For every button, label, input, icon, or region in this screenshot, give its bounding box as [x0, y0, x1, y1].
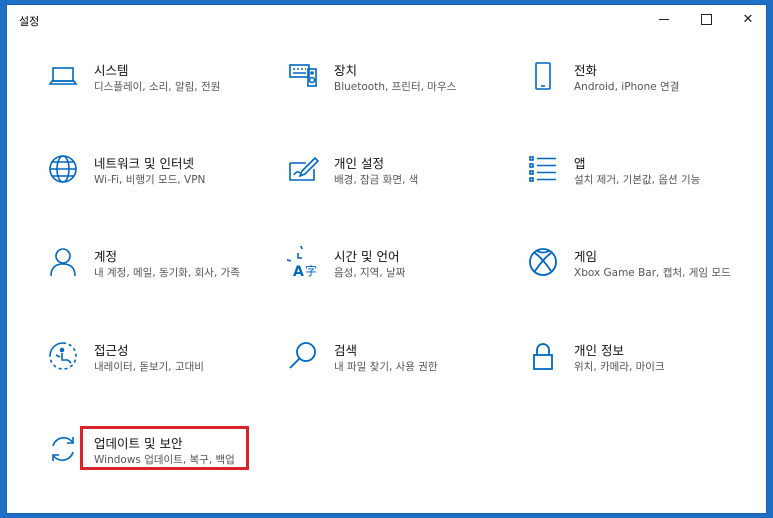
- tile-apps[interactable]: 앱 설치 제거, 기본값, 옵션 기능: [527, 153, 747, 223]
- xbox-icon: [527, 246, 559, 278]
- tile-label: 검색: [334, 343, 358, 358]
- lock-icon: [527, 340, 559, 372]
- apps-list-icon: [527, 153, 559, 185]
- tile-desc: 내 파일 찾기, 사용 권한: [334, 361, 438, 373]
- minimize-icon: [659, 18, 669, 20]
- tile-privacy[interactable]: 개인 정보 위치, 카메라, 마이크: [527, 340, 747, 410]
- tile-network[interactable]: 네트워크 및 인터넷 Wi-Fi, 비행기 모드, VPN: [47, 153, 267, 223]
- tile-search[interactable]: 검색 내 파일 찾기, 사용 권한: [287, 340, 507, 410]
- maximize-icon: [700, 13, 712, 25]
- title-bar: 설정 ✕: [7, 5, 766, 33]
- tile-label: 전화: [574, 63, 598, 78]
- tile-label: 앱: [574, 156, 586, 171]
- tile-desc: Bluetooth, 프린터, 마우스: [334, 81, 457, 93]
- minimize-button[interactable]: [645, 5, 683, 33]
- tile-label: 네트워크 및 인터넷: [94, 156, 194, 171]
- sync-icon: [47, 433, 79, 465]
- ease-of-access-icon: [47, 340, 79, 372]
- settings-window: 설정 ✕ 시스템 디스플레이, 소리, 알림, 전원 장치 Bluetooth,…: [6, 4, 767, 514]
- tile-personalization[interactable]: 개인 설정 배경, 잠금 화면, 색: [287, 153, 507, 223]
- person-icon: [47, 246, 79, 278]
- tile-desc: Android, iPhone 연결: [574, 81, 680, 93]
- tile-desc: Wi-Fi, 비행기 모드, VPN: [94, 174, 206, 186]
- svg-text:A: A: [293, 264, 304, 278]
- tile-label: 시스템: [94, 63, 129, 78]
- tile-desc: 음성, 지역, 날짜: [334, 267, 406, 279]
- tile-devices[interactable]: 장치 Bluetooth, 프린터, 마우스: [287, 60, 507, 130]
- laptop-icon: [47, 60, 79, 92]
- tile-label: 게임: [574, 249, 598, 264]
- tile-time-language[interactable]: A 字 시간 및 언어 음성, 지역, 날짜: [287, 246, 507, 316]
- phone-icon: [527, 60, 559, 92]
- tile-desc: 설치 제거, 기본값, 옵션 기능: [574, 174, 701, 186]
- paint-icon: [287, 153, 319, 185]
- tile-label: 접근성: [94, 343, 129, 358]
- window-title: 설정: [19, 15, 40, 28]
- tile-desc: 디스플레이, 소리, 알림, 전원: [94, 81, 221, 93]
- time-language-icon: A 字: [287, 246, 319, 278]
- tile-label: 장치: [334, 63, 358, 78]
- svg-text:字: 字: [305, 263, 317, 278]
- tile-label: 개인 정보: [574, 343, 624, 358]
- tile-desc: 내레이터, 돋보기, 고대비: [94, 361, 204, 373]
- close-button[interactable]: ✕: [729, 5, 767, 33]
- tile-label: 계정: [94, 249, 118, 264]
- globe-icon: [47, 153, 79, 185]
- close-icon: ✕: [742, 11, 754, 27]
- search-icon: [287, 340, 319, 372]
- tile-desc: Xbox Game Bar, 캡처, 게임 모드: [574, 267, 731, 279]
- keyboard-speaker-icon: [287, 60, 319, 92]
- tile-gaming[interactable]: 게임 Xbox Game Bar, 캡처, 게임 모드: [527, 246, 747, 316]
- tile-phone[interactable]: 전화 Android, iPhone 연결: [527, 60, 747, 130]
- tile-label: 시간 및 언어: [334, 249, 400, 264]
- tile-label: 개인 설정: [334, 156, 384, 171]
- tile-desc: 내 계정, 메일, 동기화, 회사, 가족: [94, 267, 240, 279]
- tile-accounts[interactable]: 계정 내 계정, 메일, 동기화, 회사, 가족: [47, 246, 267, 316]
- tile-system[interactable]: 시스템 디스플레이, 소리, 알림, 전원: [47, 60, 267, 130]
- tile-desc: 배경, 잠금 화면, 색: [334, 174, 419, 186]
- tile-ease-of-access[interactable]: 접근성 내레이터, 돋보기, 고대비: [47, 340, 267, 410]
- maximize-button[interactable]: [687, 5, 725, 33]
- highlight-box: [80, 426, 249, 470]
- tile-desc: 위치, 카메라, 마이크: [574, 361, 665, 373]
